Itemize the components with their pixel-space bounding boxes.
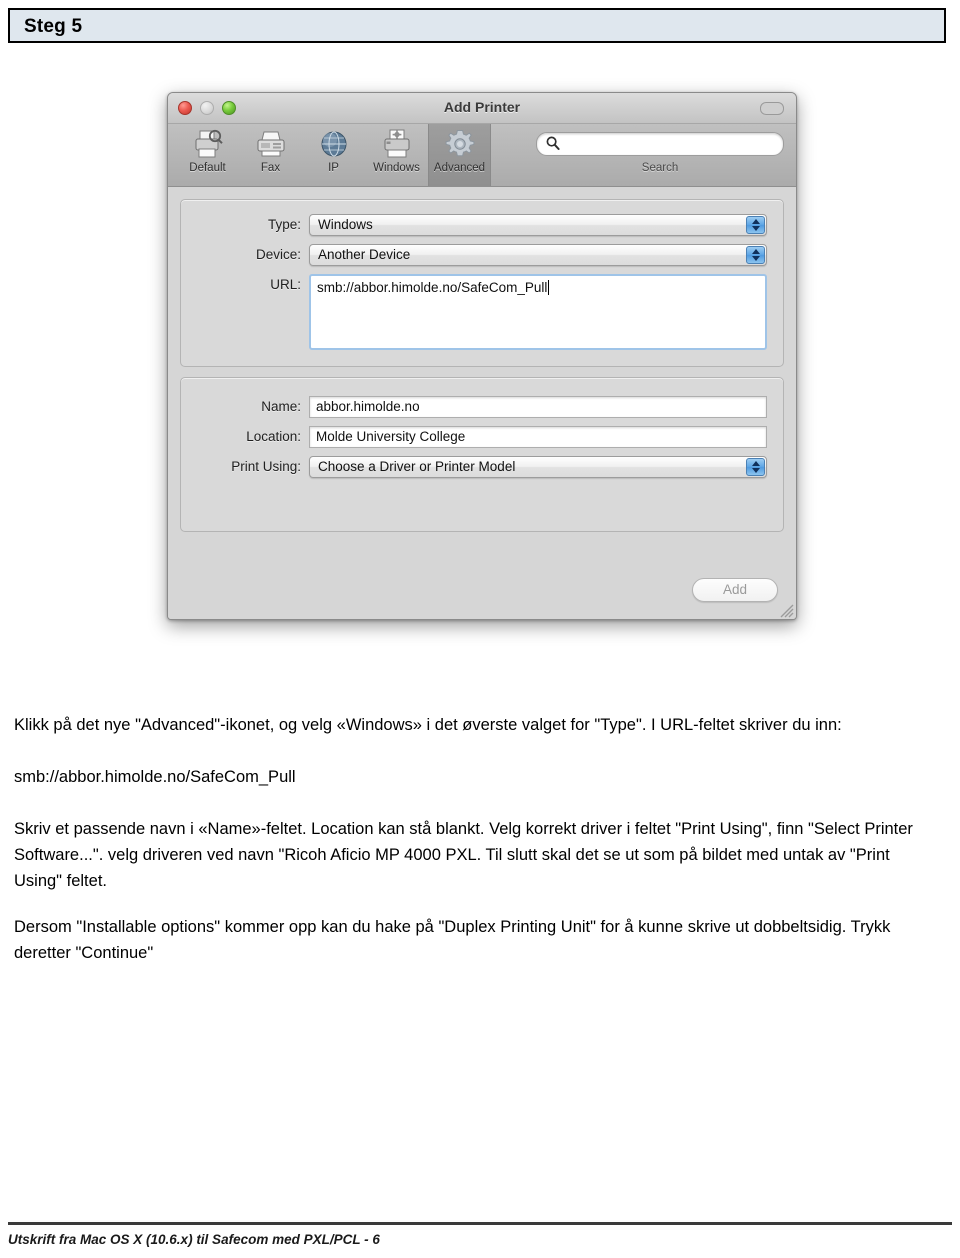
instructions: Klikk på det nye "Advanced"-ikonet, og v…	[14, 712, 916, 966]
device-select[interactable]: Another Device	[309, 244, 767, 266]
add-button[interactable]: Add	[692, 578, 778, 602]
print-using-row: Print Using: Choose a Driver or Printer …	[181, 456, 767, 478]
gear-icon	[445, 130, 474, 157]
dialog-body: Type: Windows Device: Another Device URL…	[168, 187, 796, 619]
print-using-value: Choose a Driver or Printer Model	[318, 459, 516, 474]
dialog-toolbar: Default Fax IP Windows Advanced Search	[168, 124, 796, 187]
type-row: Type: Windows	[181, 214, 767, 236]
url-row: URL: smb://abbor.himolde.no/SafeCom_Pull	[181, 274, 767, 350]
instruction-paragraph-1: Klikk på det nye "Advanced"-ikonet, og v…	[14, 716, 842, 734]
add-printer-dialog: Add Printer Default Fax IP Windows Advan…	[167, 92, 797, 620]
page-title: Steg 5	[24, 16, 83, 37]
fax-machine-icon	[257, 131, 284, 157]
toolbar-item-label: Windows	[373, 162, 420, 174]
toolbar-item-label: Default	[189, 162, 226, 174]
search-caption: Search	[641, 162, 679, 174]
text-caret	[548, 280, 550, 295]
toolbar-item-label: IP	[328, 162, 339, 174]
toolbar-item-label: Advanced	[433, 162, 486, 174]
device-row: Device: Another Device	[181, 244, 767, 266]
footer-text: Utskrift fra Mac OS X (10.6.x) til Safec…	[8, 1232, 380, 1247]
toolbar-item-label: Fax	[260, 162, 281, 174]
instruction-paragraph-2: Skriv et passende navn i «Name»-feltet. …	[14, 820, 913, 890]
chevron-updown-icon[interactable]	[746, 216, 765, 234]
name-input[interactable]: abbor.himolde.no	[309, 396, 767, 418]
name-row: Name: abbor.himolde.no	[181, 396, 767, 418]
chevron-updown-icon[interactable]	[746, 458, 765, 476]
name-label: Name:	[261, 399, 301, 414]
toolbar-toggle-button[interactable]	[760, 102, 784, 115]
resize-grip-icon[interactable]	[780, 604, 794, 618]
search-input[interactable]	[536, 132, 784, 156]
url-input[interactable]: smb://abbor.himolde.no/SafeCom_Pull	[309, 274, 767, 350]
toolbar-item-fax[interactable]: Fax	[239, 124, 302, 186]
dialog-title: Add Printer	[443, 99, 521, 115]
printer-magnifier-icon	[195, 129, 223, 158]
toolbar-item-ip[interactable]: IP	[302, 124, 365, 186]
location-row: Location: Molde University College	[181, 426, 767, 448]
device-label: Device:	[255, 247, 301, 262]
toolbar-item-windows[interactable]: Windows	[365, 124, 428, 186]
location-input[interactable]: Molde University College	[309, 426, 767, 448]
url-example-line: smb://abbor.himolde.no/SafeCom_Pull	[14, 768, 296, 786]
chevron-updown-icon[interactable]	[746, 246, 765, 264]
type-select[interactable]: Windows	[309, 214, 767, 236]
globe-icon	[321, 131, 346, 157]
instruction-paragraph-3: Dersom "Installable options" kommer opp …	[14, 918, 891, 962]
search-icon	[546, 136, 560, 150]
network-printer-icon	[384, 129, 409, 158]
identity-group: Name: abbor.himolde.no Location: Molde U…	[180, 377, 784, 532]
print-using-label: Print Using:	[231, 459, 301, 474]
url-label: URL:	[270, 277, 301, 292]
footer-divider	[8, 1222, 952, 1225]
connection-group: Type: Windows Device: Another Device URL…	[180, 199, 784, 367]
print-using-select[interactable]: Choose a Driver or Printer Model	[309, 456, 767, 478]
step-banner: Steg 5	[8, 8, 946, 43]
dialog-titlebar[interactable]: Add Printer	[168, 93, 796, 124]
location-label: Location:	[246, 429, 301, 444]
toolbar-search: Search	[536, 132, 784, 174]
toolbar-item-default[interactable]: Default	[176, 124, 239, 186]
device-value: Another Device	[318, 247, 411, 262]
type-value: Windows	[318, 217, 373, 232]
url-value: smb://abbor.himolde.no/SafeCom_Pull	[317, 280, 548, 295]
type-label: Type:	[267, 217, 301, 232]
toolbar-item-advanced[interactable]: Advanced	[428, 124, 491, 186]
